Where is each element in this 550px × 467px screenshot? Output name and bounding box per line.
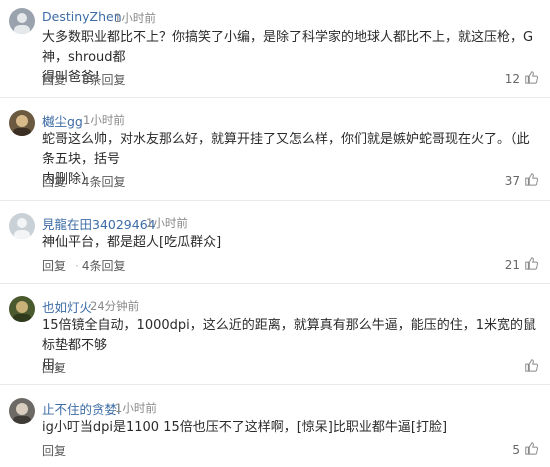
like-count: 5 (512, 442, 520, 457)
thumbs-up-icon (524, 172, 538, 189)
divider (0, 97, 550, 98)
avatar[interactable] (9, 8, 35, 34)
thumbs-up-icon (524, 70, 538, 87)
comment-text-line: ig小叮当dpi是1100 15倍也压不了这样啊，[惊呆]比职业都牛逼[打脸] (42, 420, 448, 435)
comment-item: 見龍在田34029464 1小时前 神仙平台，都是超人[吃瓜群众] 回复 · 4条回… (0, 213, 550, 279)
comment-actions: 回复 (42, 442, 72, 459)
comment-actions: 回复 · 4条回复 (42, 257, 131, 274)
divider (0, 200, 550, 201)
separator-dot: · (75, 175, 79, 189)
comment-time: 1小时前 (114, 11, 156, 25)
like-button[interactable] (520, 358, 538, 375)
comment-actions: 回复 (42, 359, 72, 376)
username[interactable]: 也如灯火 (42, 297, 92, 316)
comment-actions: 回复 · 8条回复 (42, 71, 131, 88)
username[interactable]: 止不住的贪婪l (42, 399, 120, 418)
comment-item: DestinyZhen 1小时前 大多数职业都比不上？你搞笑了小编，是除了科学家… (0, 8, 550, 94)
view-replies-link[interactable]: 4条回复 (82, 175, 126, 189)
avatar[interactable] (9, 213, 35, 239)
reply-button[interactable]: 回复 (42, 259, 66, 273)
comment-time: 1小时前 (146, 216, 188, 230)
comment-item: 也如灯火 24分钟前 15倍镜全自动，1000dpi，这么近的距离，就算真有那么… (0, 296, 550, 382)
like-button[interactable]: 12 (505, 70, 538, 87)
reply-button[interactable]: 回复 (42, 73, 66, 87)
username[interactable]: 樾尘gg (42, 111, 83, 130)
comment-time: 1小时前 (115, 401, 157, 415)
comment-text-line: 大多数职业都比不上？你搞笑了小编，是除了科学家的地球人都比不上，就这压枪，G神，… (42, 30, 534, 65)
comment-actions: 回复 · 4条回复 (42, 173, 131, 190)
comment-list: DestinyZhen 1小时前 大多数职业都比不上？你搞笑了小编，是除了科学家… (0, 0, 550, 467)
thumbs-up-icon (524, 441, 538, 458)
like-button[interactable]: 21 (505, 256, 538, 273)
reply-button[interactable]: 回复 (42, 361, 66, 375)
view-replies-link[interactable]: 4条回复 (82, 259, 126, 273)
separator-dot: · (75, 259, 79, 273)
avatar[interactable] (9, 110, 35, 136)
like-button[interactable]: 37 (505, 172, 538, 189)
divider (0, 283, 550, 284)
like-count: 37 (504, 173, 520, 188)
comment-text: ig小叮当dpi是1100 15倍也压不了这样啊，[惊呆]比职业都牛逼[打脸] (42, 418, 542, 438)
reply-button[interactable]: 回复 (42, 175, 66, 189)
like-count: 21 (504, 257, 520, 272)
like-count: 12 (504, 71, 520, 86)
username[interactable]: DestinyZhen (42, 9, 122, 24)
comment-item: 樾尘gg 1小时前 蛇哥这么帅，对水友那么好，就算开挂了又怎么样，你们就是嫉妒蛇… (0, 110, 550, 196)
comment-text-line: 蛇哥这么帅，对水友那么好，就算开挂了又怎么样，你们就是嫉妒蛇哥现在火了。（此条五… (42, 132, 530, 167)
thumbs-up-icon (524, 256, 538, 273)
comment-text-line: 神仙平台，都是超人[吃瓜群众] (42, 235, 222, 250)
reply-button[interactable]: 回复 (42, 444, 66, 458)
like-button[interactable]: 5 (512, 441, 538, 458)
separator-dot: · (75, 73, 79, 87)
username[interactable]: 見龍在田34029464 (42, 214, 156, 233)
comment-time: 24分钟前 (90, 299, 140, 313)
view-replies-link[interactable]: 8条回复 (82, 73, 126, 87)
avatar[interactable] (9, 296, 35, 322)
avatar[interactable] (9, 398, 35, 424)
comment-time: 1小时前 (83, 113, 125, 127)
comment-text: 神仙平台，都是超人[吃瓜群众] (42, 233, 542, 253)
divider (0, 384, 550, 385)
comment-text: 15倍镜全自动，1000dpi，这么近的距离，就算真有那么牛逼，能压的住，1米宽… (42, 316, 542, 376)
comment-item: 止不住的贪婪l 1小时前 ig小叮当dpi是1100 15倍也压不了这样啊，[惊… (0, 398, 550, 464)
comment-text-line: 15倍镜全自动，1000dpi，这么近的距离，就算真有那么牛逼，能压的住，1米宽… (42, 318, 537, 353)
thumbs-up-icon (524, 358, 538, 375)
comment-text-line: 用。 (42, 358, 69, 373)
